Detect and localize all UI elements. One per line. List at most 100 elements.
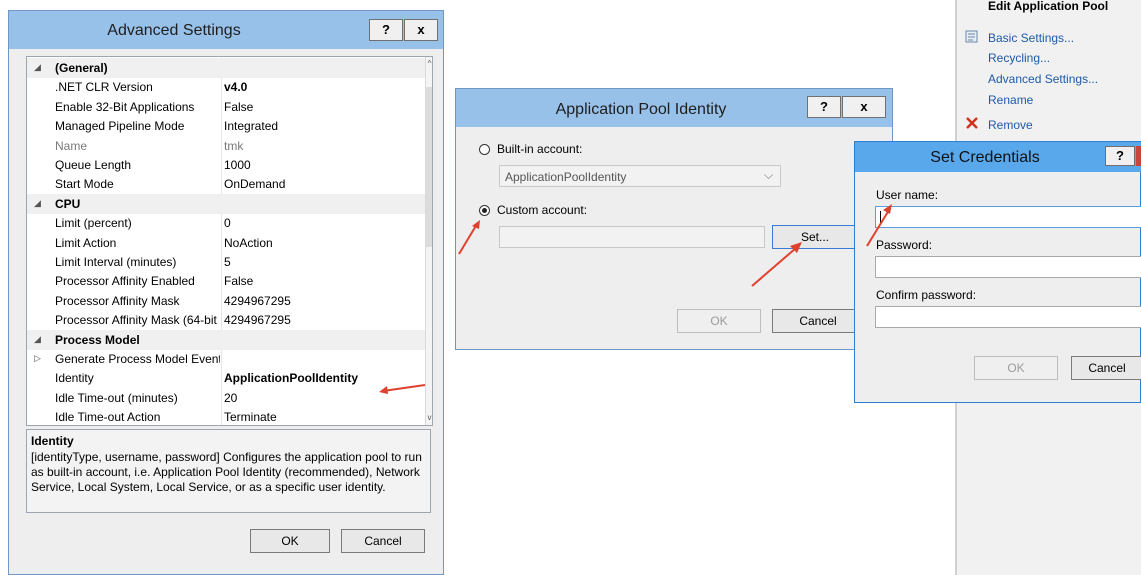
- annotation-arrow-icon: [379, 384, 426, 394]
- actions-heading: Edit Application Pool: [988, 0, 1109, 13]
- property-row[interactable]: Name tmk: [27, 136, 425, 156]
- property-name: Name: [55, 138, 88, 153]
- property-name: Limit (percent): [55, 216, 132, 231]
- property-row[interactable]: Processor Affinity Enabled False: [27, 271, 425, 291]
- ok-button[interactable]: OK: [250, 529, 330, 553]
- property-value[interactable]: 1000: [224, 158, 251, 172]
- property-value[interactable]: NoAction: [224, 236, 273, 250]
- cancel-button[interactable]: Cancel: [341, 529, 425, 553]
- cred-titlebar[interactable]: Set Credentials ?: [855, 142, 1141, 172]
- property-row[interactable]: Queue Length 1000: [27, 155, 425, 175]
- property-name: Enable 32-Bit Applications: [55, 99, 195, 114]
- scroll-up-icon[interactable]: ^: [426, 59, 432, 68]
- property-row[interactable]: .NET CLR Version v4.0: [27, 77, 425, 97]
- help-button[interactable]: ?: [807, 96, 841, 118]
- help-button[interactable]: ?: [1105, 146, 1135, 166]
- expand-icon[interactable]: ▷: [34, 353, 44, 364]
- property-row[interactable]: Processor Affinity Mask (64-bit option) 4…: [27, 310, 425, 330]
- rename-link[interactable]: Rename: [988, 93, 1033, 107]
- dialog-title: Application Pool Identity: [555, 101, 727, 118]
- property-value[interactable]: Terminate: [224, 410, 277, 424]
- ok-button[interactable]: OK: [974, 356, 1058, 380]
- description-title: Identity: [31, 434, 74, 448]
- dialog-title: Set Credentials: [930, 149, 1040, 166]
- custom-account-radio[interactable]: [479, 205, 490, 216]
- api-titlebar[interactable]: Application Pool Identity ? x: [456, 89, 892, 127]
- collapse-icon[interactable]: ◢: [34, 334, 44, 345]
- property-row[interactable]: Start Mode OnDemand: [27, 174, 425, 194]
- property-grid-scrollbar[interactable]: ^ v: [425, 57, 432, 425]
- property-value[interactable]: 20: [224, 391, 237, 405]
- basic-settings-link[interactable]: Basic Settings...: [988, 31, 1074, 45]
- property-value[interactable]: 0: [224, 216, 231, 230]
- property-value[interactable]: v4.0: [224, 80, 247, 94]
- cancel-button[interactable]: Cancel: [1071, 356, 1141, 380]
- ok-button[interactable]: OK: [677, 309, 761, 333]
- remove-link[interactable]: Remove: [988, 118, 1033, 132]
- property-name: Idle Time-out (minutes): [55, 390, 178, 405]
- property-value[interactable]: ApplicationPoolIdentity: [224, 371, 358, 385]
- property-row[interactable]: Identity ApplicationPoolIdentity: [27, 368, 425, 388]
- property-name: .NET CLR Version: [55, 80, 153, 95]
- close-button[interactable]: [1136, 146, 1141, 166]
- category-row[interactable]: ◢ Process Model: [27, 329, 425, 350]
- scrollbar-thumb[interactable]: [426, 87, 432, 247]
- property-row[interactable]: Limit Action NoAction: [27, 233, 425, 253]
- property-value[interactable]: OnDemand: [224, 177, 285, 191]
- property-value[interactable]: 4294967295: [224, 313, 291, 327]
- close-button[interactable]: x: [842, 96, 886, 118]
- property-grid[interactable]: ◢ (General) .NET CLR Version v4.0 Enable 32-…: [26, 56, 433, 426]
- help-button[interactable]: ?: [369, 19, 403, 41]
- property-name: Generate Process Model Event Log Entry: [55, 352, 220, 366]
- property-name: Limit Interval (minutes): [55, 255, 177, 269]
- recycling-link[interactable]: Recycling...: [988, 51, 1050, 65]
- category-name: CPU: [55, 196, 81, 211]
- property-row[interactable]: Enable 32-Bit Applications False: [27, 97, 425, 117]
- scroll-down-icon[interactable]: v: [426, 413, 432, 422]
- property-row[interactable]: Processor Affinity Mask 4294967295: [27, 291, 425, 311]
- property-value[interactable]: Integrated: [224, 119, 278, 133]
- description-text: [identityType, username, password] Confi…: [31, 450, 422, 494]
- confirm-password-field[interactable]: [875, 306, 1141, 328]
- property-name: Processor Affinity Enabled: [55, 274, 195, 289]
- collapse-icon[interactable]: ◢: [34, 198, 44, 209]
- property-row[interactable]: Limit (percent) 0: [27, 213, 425, 233]
- close-button[interactable]: x: [404, 19, 438, 41]
- collapse-icon[interactable]: ◢: [34, 62, 44, 73]
- property-row[interactable]: Idle Time-out (minutes) 20: [27, 388, 425, 408]
- advanced-settings-titlebar[interactable]: Advanced Settings ? x: [9, 11, 443, 49]
- property-value[interactable]: False: [224, 100, 253, 114]
- password-field[interactable]: [875, 256, 1141, 278]
- category-row[interactable]: ◢ (General): [27, 58, 425, 78]
- dialog-title: Advanced Settings: [107, 22, 241, 39]
- property-name: Identity: [55, 371, 94, 386]
- property-row[interactable]: Limit Interval (minutes) 5: [27, 252, 425, 272]
- property-name: Processor Affinity Mask (64-bit option): [55, 313, 220, 328]
- builtin-account-select[interactable]: ApplicationPoolIdentity ⌵: [499, 165, 781, 187]
- remove-icon: [966, 117, 978, 129]
- application-pool-identity-dialog: Application Pool Identity ? x Built-in a…: [455, 88, 893, 350]
- builtin-account-radio[interactable]: [479, 144, 490, 155]
- property-name: Limit Action: [55, 235, 117, 250]
- custom-account-field[interactable]: [499, 226, 765, 248]
- property-value[interactable]: tmk: [224, 139, 243, 153]
- property-name: Idle Time-out Action: [55, 410, 161, 425]
- username-field[interactable]: [875, 206, 1141, 228]
- category-row[interactable]: ◢ CPU: [27, 193, 425, 214]
- category-name: (General): [55, 61, 108, 75]
- category-name: Process Model: [55, 332, 140, 347]
- property-row[interactable]: Idle Time-out Action Terminate: [27, 407, 425, 425]
- property-name: Start Mode: [55, 177, 114, 192]
- properties-icon: [965, 30, 978, 43]
- property-name: Processor Affinity Mask: [55, 293, 180, 308]
- annotation-arrow-icon: [866, 204, 892, 247]
- property-value[interactable]: False: [224, 274, 253, 288]
- property-value[interactable]: 4294967295: [224, 294, 291, 308]
- property-name: Queue Length: [55, 158, 132, 172]
- advanced-settings-link[interactable]: Advanced Settings...: [988, 72, 1098, 86]
- cancel-button[interactable]: Cancel: [772, 309, 864, 333]
- property-row[interactable]: Managed Pipeline Mode Integrated: [27, 116, 425, 136]
- builtin-account-label: Built-in account:: [497, 142, 583, 156]
- property-value[interactable]: 5: [224, 255, 231, 269]
- property-row[interactable]: ▷ Generate Process Model Event Log Entry: [27, 349, 425, 369]
